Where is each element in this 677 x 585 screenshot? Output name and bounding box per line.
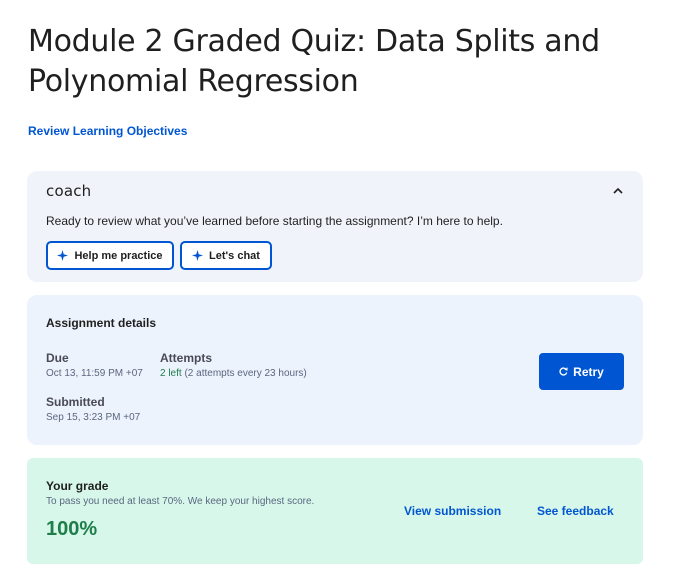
your-grade-heading: Your grade xyxy=(46,479,109,493)
page-title: Module 2 Graded Quiz: Data Splits and Po… xyxy=(28,24,600,99)
coach-prompt: Ready to review what you’ve learned befo… xyxy=(46,214,503,228)
lets-chat-button[interactable]: Let's chat xyxy=(180,241,272,270)
lets-chat-label: Let's chat xyxy=(209,249,260,262)
coach-logo: coach xyxy=(46,182,92,200)
due-value: Oct 13, 11:59 PM +07 xyxy=(46,368,143,379)
help-me-practice-label: Help me practice xyxy=(74,249,163,262)
due-label: Due xyxy=(46,351,69,365)
retry-button[interactable]: Retry xyxy=(539,353,624,390)
grade-card: Your grade To pass you need at least 70%… xyxy=(27,458,643,564)
retry-icon xyxy=(559,365,568,379)
pass-requirement-text: To pass you need at least 70%. We keep y… xyxy=(46,496,315,507)
sparkle-icon xyxy=(57,250,69,261)
attempts-left: 2 left xyxy=(160,368,182,379)
retry-label: Retry xyxy=(573,364,604,379)
view-submission-link[interactable]: View submission xyxy=(404,504,501,518)
assignment-details-card: Assignment details Due Oct 13, 11:59 PM … xyxy=(27,295,643,445)
assignment-details-heading: Assignment details xyxy=(46,316,157,330)
help-me-practice-button[interactable]: Help me practice xyxy=(46,241,174,270)
submitted-value: Sep 15, 3:23 PM +07 xyxy=(46,412,141,423)
attempts-label: Attempts xyxy=(160,351,213,365)
review-learning-objectives-link[interactable]: Review Learning Objectives xyxy=(28,124,187,138)
submitted-label: Submitted xyxy=(46,395,105,409)
coach-panel: coach Ready to review what you’ve learne… xyxy=(27,171,643,282)
chevron-up-icon[interactable] xyxy=(611,183,625,197)
grade-value: 100% xyxy=(46,518,98,540)
attempts-value: 2 left (2 attempts every 23 hours) xyxy=(160,368,307,379)
see-feedback-link[interactable]: See feedback xyxy=(537,504,614,518)
sparkle-icon xyxy=(192,250,204,261)
attempts-detail: (2 attempts every 23 hours) xyxy=(181,368,307,379)
